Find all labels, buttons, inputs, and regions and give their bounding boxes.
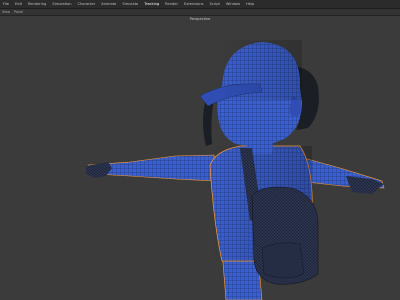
menu-script[interactable]: Script bbox=[208, 0, 220, 9]
viewport-toolbar: View Panel bbox=[0, 9, 400, 16]
cap-shading bbox=[220, 40, 302, 100]
menu-edit[interactable]: Edit bbox=[14, 0, 23, 9]
character-mesh-scene bbox=[86, 40, 385, 300]
menu-rendering[interactable]: Rendering bbox=[27, 0, 47, 9]
menu-render[interactable]: Render bbox=[164, 0, 179, 9]
menu-animate[interactable]: Animate bbox=[100, 0, 117, 9]
toolbar-view-menu[interactable]: View bbox=[2, 9, 10, 16]
menu-character[interactable]: Character bbox=[77, 0, 97, 9]
menu-file[interactable]: File bbox=[2, 0, 10, 9]
menu-help[interactable]: Help bbox=[245, 0, 255, 9]
left-hand bbox=[86, 162, 112, 178]
menu-bar: File Edit Rendering Simulation Character… bbox=[0, 0, 400, 9]
menu-simulation[interactable]: Simulation bbox=[51, 0, 72, 9]
toolbar-panel-menu[interactable]: Panel bbox=[14, 9, 23, 16]
3d-viewport[interactable]: Perspective bbox=[0, 16, 400, 300]
backpack-pocket bbox=[261, 242, 305, 279]
menu-extensions[interactable]: Extensions bbox=[183, 0, 205, 9]
menu-simulate[interactable]: Simulate bbox=[121, 0, 139, 9]
right-hand bbox=[346, 176, 384, 194]
menu-tracking[interactable]: Tracking bbox=[143, 0, 160, 9]
menu-window[interactable]: Window bbox=[225, 0, 241, 9]
